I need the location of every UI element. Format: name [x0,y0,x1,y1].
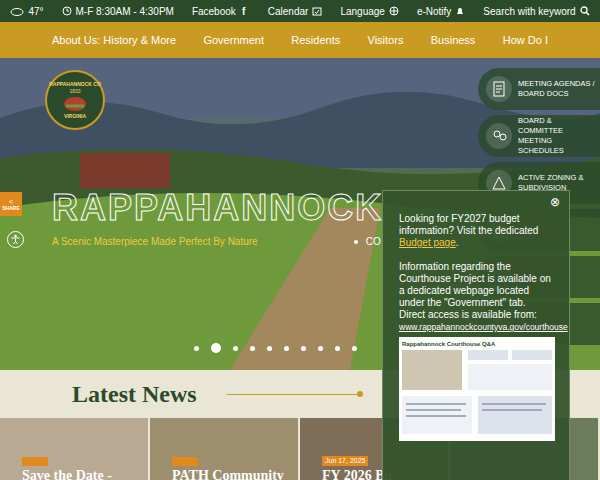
topbar-link-label[interactable]: e-Notify [417,4,451,19]
page: 47° M-F 8:30AM - 4:30PM Facebook f Calendar L… [0,0,600,480]
hours-text: M-F 8:30AM - 4:30PM [76,4,174,19]
svg-text:f: f [242,6,246,16]
hours: M-F 8:30AM - 4:30PM [62,4,174,19]
slide-dot[interactable] [352,346,357,351]
quick-link[interactable]: BOARD & COMMITTEE MEETING SCHEDULES [478,115,600,157]
nav-item[interactable]: How Do I [503,32,548,49]
topbar-link[interactable]: Search with keyword [483,4,589,19]
search-icon [580,6,590,16]
hero-tagline: A Scenic Masterpiece Made Perfect By Nat… [52,234,258,249]
slide-dot[interactable] [233,346,238,351]
quick-link-label[interactable]: MEETING AGENDAS / BOARD DOCS [518,79,596,99]
courthouse-link[interactable]: www.rappahannockcountyva.gov/courthouse [399,321,553,333]
bell-icon [455,6,465,16]
quick-link[interactable]: MEETING AGENDAS / BOARD DOCS [478,68,600,110]
topbar-link[interactable]: Calendar [268,4,323,19]
slide-dot[interactable] [267,346,272,351]
news-card-title[interactable]: Save the Date - [22,468,148,480]
weather-temp: 47° [28,4,43,19]
calendar-icon [312,6,322,16]
slide-dot[interactable] [318,346,323,351]
qa-title: Rappahannock Courthouse Q&A [402,340,552,348]
hero-tagline-row: A Scenic Masterpiece Made Perfect By Nat… [52,234,383,249]
weather: 47° [10,4,43,19]
news-title: Latest News [72,376,197,412]
cloud-icon [10,6,24,16]
nav-item[interactable]: Business [431,32,476,49]
accessibility-button[interactable] [7,231,24,248]
topbar-link[interactable]: e-Notify [417,4,465,19]
county-seal: RAPPAHANNOCK CO 1833 VIRGINIA [45,70,105,130]
seal-emblem-icon [62,96,88,112]
news-card-tag [22,457,48,466]
news-card-tag [172,457,198,466]
document-icon [490,80,508,98]
accessibility-icon [10,234,21,245]
qa-document-graphic [402,348,552,438]
quick-link-icon-wrap [486,123,512,149]
budget-text: Looking for FY2027 budget information? V… [399,213,538,236]
topbar-link-label[interactable]: Calendar [268,4,309,19]
nav-item[interactable]: Residents [291,32,340,49]
news-card[interactable]: Save the Date - [0,418,148,480]
hero-caption: RAPPAHANNOCK A Scenic Masterpiece Made Pe… [52,190,383,249]
topbar-link-label[interactable]: Facebook [192,4,236,19]
courthouse-notice: Information regarding the Courthouse Pro… [399,261,553,321]
quick-link-label[interactable]: BOARD & COMMITTEE MEETING SCHEDULES [518,116,596,156]
news-card[interactable]: PATH Community [150,418,298,480]
seal-year: 1833 [69,89,80,94]
slide-dot[interactable] [194,346,199,351]
share-button[interactable]: <SHARE [0,192,22,216]
news-card-title[interactable]: PATH Community [172,468,298,480]
news-card-date: Jun 17, 2025 [322,456,368,467]
quick-link-icon-wrap [486,76,512,102]
nav-item[interactable]: Visitors [368,32,404,49]
caption-dot [354,240,358,244]
seal-top-text: RAPPAHANNOCK CO [49,82,101,87]
topbar-link[interactable]: Language [340,4,399,19]
slide-dot[interactable] [250,346,255,351]
budget-end: . [456,237,459,248]
language-icon [389,6,399,16]
budget-link[interactable]: Budget page [399,237,456,248]
clock-icon [62,6,72,16]
news-rule-dot [357,391,363,397]
seal-bottom-text: VIRGINIA [64,114,86,119]
slide-dots [194,343,357,353]
slide-dot[interactable] [301,346,306,351]
nav-item[interactable]: About Us: History & More [52,32,176,49]
share-arrow[interactable]: < [9,198,14,206]
topbar-link[interactable]: Facebook f [192,4,250,19]
facebook-icon: f [240,6,250,16]
close-button[interactable]: ⊗ [550,196,560,208]
budget-notice: Looking for FY2027 budget information? V… [399,213,553,249]
share-label[interactable]: SHARE [2,206,20,211]
top-bar: 47° M-F 8:30AM - 4:30PM Facebook f Calendar L… [0,0,600,22]
announcement-popup: ⊗ Looking for FY2027 budget information? … [382,190,570,480]
nav-item[interactable]: Government [203,32,264,49]
slide-dot[interactable] [284,346,289,351]
news-rule [227,394,357,395]
topbar-link-label[interactable]: Language [340,4,385,19]
courthouse-qa-image[interactable]: Rappahannock Courthouse Q&A [399,337,555,441]
hero-caption-fragment: CO [366,234,381,249]
slide-dot[interactable] [335,346,340,351]
main-nav: About Us: History & More Government Reside… [0,22,600,58]
hero-title: RAPPAHANNOCK [52,190,383,226]
slide-dot[interactable] [211,343,221,353]
topbar-link-label[interactable]: Search with keyword [483,4,575,19]
document-icon [490,127,508,145]
